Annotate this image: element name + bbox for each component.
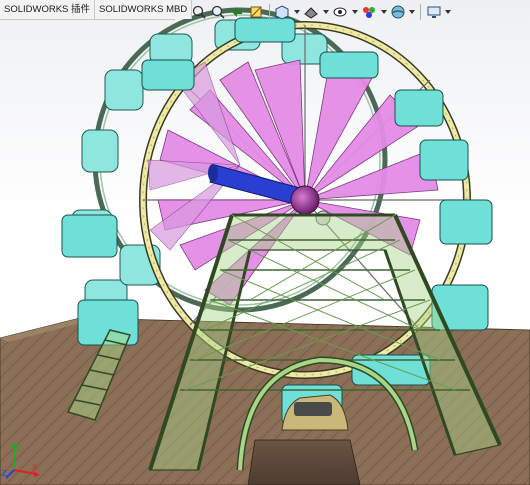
- view-orientation-icon[interactable]: [274, 3, 291, 21]
- chevron-down-icon[interactable]: [351, 3, 359, 21]
- hide-show-items-icon[interactable]: [332, 3, 349, 21]
- chevron-down-icon[interactable]: [293, 3, 301, 21]
- chevron-down-icon[interactable]: [322, 3, 330, 21]
- triad-label-z: Z: [2, 469, 7, 478]
- foundation-pit: [247, 439, 361, 485]
- scene-icon[interactable]: [389, 3, 406, 21]
- triad-label-x: X: [32, 463, 38, 472]
- chevron-down-icon[interactable]: [444, 3, 452, 21]
- display-style-icon[interactable]: [303, 3, 320, 21]
- toolbar-separator: [420, 4, 422, 20]
- triad-label-y: Y: [16, 444, 22, 453]
- hub: [290, 185, 320, 215]
- z-axis-arrow: [5, 469, 15, 479]
- tab-solidworks-mbd[interactable]: SOLIDWORKS MBD: [95, 0, 193, 19]
- graphics-viewport[interactable]: SOLIDWORKS 插件 SOLIDWORKS MBD Y X Z: [0, 0, 530, 485]
- zoom-area-icon[interactable]: [209, 3, 226, 21]
- reference-triad: Y X Z: [2, 442, 40, 479]
- section-view-icon[interactable]: [248, 3, 265, 21]
- command-manager-tabs: SOLIDWORKS 插件 SOLIDWORKS MBD: [0, 0, 193, 20]
- appearance-icon[interactable]: [360, 3, 377, 21]
- chevron-down-icon[interactable]: [380, 3, 388, 21]
- view-settings-icon[interactable]: [425, 3, 442, 21]
- zoom-to-fit-icon[interactable]: [190, 3, 207, 21]
- chevron-down-icon[interactable]: [409, 3, 417, 21]
- tab-solidworks-addins[interactable]: SOLIDWORKS 插件: [0, 0, 96, 19]
- heads-up-view-toolbar: [190, 2, 452, 22]
- ferris-wheel-model[interactable]: [0, 0, 530, 485]
- toolbar-separator: [268, 4, 270, 20]
- previous-view-icon[interactable]: [228, 3, 245, 21]
